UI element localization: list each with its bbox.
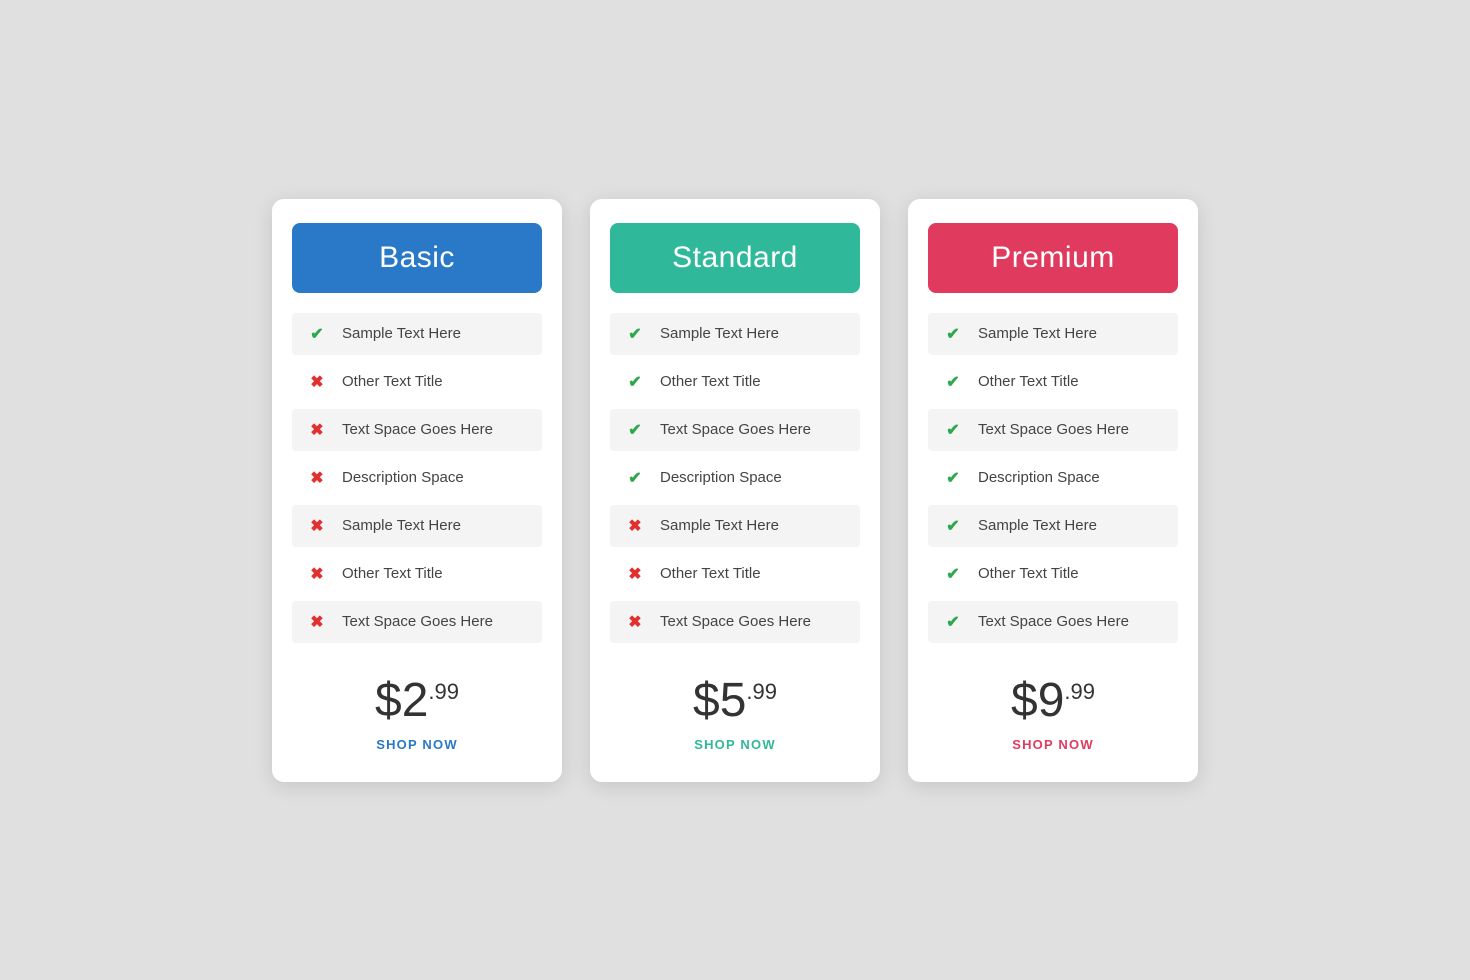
feature-label: Description Space — [978, 469, 1100, 486]
price-standard: $5.99 — [610, 677, 860, 725]
price-premium: $9.99 — [928, 677, 1178, 725]
check-icon: ✔ — [942, 419, 964, 441]
list-item: ✔ Other Text Title — [928, 553, 1178, 595]
features-list-standard: ✔ Sample Text Here ✔ Other Text Title ✔ Text … — [590, 313, 880, 643]
feature-label: Description Space — [660, 469, 782, 486]
list-item: ✔ Description Space — [610, 457, 860, 499]
check-icon: ✔ — [942, 563, 964, 585]
list-item: ✔ Sample Text Here — [928, 505, 1178, 547]
feature-label: Sample Text Here — [978, 517, 1097, 534]
feature-label: Sample Text Here — [660, 325, 779, 342]
price-basic: $2.99 — [292, 677, 542, 725]
list-item: ✔ Sample Text Here — [928, 313, 1178, 355]
list-item: ✖ Description Space — [292, 457, 542, 499]
list-item: ✖ Sample Text Here — [610, 505, 860, 547]
list-item: ✔ Text Space Goes Here — [610, 409, 860, 451]
feature-label: Other Text Title — [978, 373, 1079, 390]
shop-now-button-basic[interactable]: SHOP NOW — [376, 737, 458, 752]
cross-icon: ✖ — [306, 515, 328, 537]
cross-icon: ✖ — [306, 419, 328, 441]
check-icon: ✔ — [306, 323, 328, 345]
feature-label: Other Text Title — [342, 373, 443, 390]
check-icon: ✔ — [942, 611, 964, 633]
cross-icon: ✖ — [624, 563, 646, 585]
pricing-container: Basic✔Sample Text Here✖Other Text Title✖… — [232, 139, 1238, 842]
feature-label: Other Text Title — [660, 565, 761, 582]
check-icon: ✔ — [624, 323, 646, 345]
feature-label: Other Text Title — [660, 373, 761, 390]
feature-label: Text Space Goes Here — [660, 421, 811, 438]
card-title-premium: Premium — [928, 223, 1178, 293]
feature-label: Sample Text Here — [660, 517, 779, 534]
list-item: ✔ Sample Text Here — [292, 313, 542, 355]
feature-label: Other Text Title — [978, 565, 1079, 582]
check-icon: ✔ — [624, 371, 646, 393]
pricing-card-standard: Standard ✔ Sample Text Here ✔ Other Text Tit… — [590, 199, 880, 782]
list-item: ✔ Other Text Title — [928, 361, 1178, 403]
feature-label: Sample Text Here — [978, 325, 1097, 342]
list-item: ✔ Text Space Goes Here — [928, 601, 1178, 643]
card-header-basic: Basic — [272, 199, 562, 313]
list-item: ✔ Sample Text Here — [610, 313, 860, 355]
feature-label: Text Space Goes Here — [342, 421, 493, 438]
pricing-footer-standard: $5.99 SHOP NOW — [590, 653, 880, 782]
shop-now-button-standard[interactable]: SHOP NOW — [694, 737, 776, 752]
check-icon: ✔ — [624, 419, 646, 441]
card-header-premium: Premium — [908, 199, 1198, 313]
check-icon: ✔ — [942, 515, 964, 537]
list-item: ✖ Text Space Goes Here — [610, 601, 860, 643]
card-header-standard: Standard — [590, 199, 880, 313]
check-icon: ✔ — [942, 467, 964, 489]
list-item: ✖ Text Space Goes Here — [292, 601, 542, 643]
cross-icon: ✖ — [306, 611, 328, 633]
check-icon: ✔ — [942, 371, 964, 393]
cross-icon: ✖ — [306, 563, 328, 585]
shop-now-button-premium[interactable]: SHOP NOW — [1012, 737, 1094, 752]
cross-icon: ✖ — [306, 371, 328, 393]
check-icon: ✔ — [942, 323, 964, 345]
list-item: ✖ Other Text Title — [292, 361, 542, 403]
pricing-footer-basic: $2.99 SHOP NOW — [272, 653, 562, 782]
cross-icon: ✖ — [306, 467, 328, 489]
feature-label: Sample Text Here — [342, 325, 461, 342]
list-item: ✔ Other Text Title — [610, 361, 860, 403]
cross-icon: ✖ — [624, 515, 646, 537]
card-title-basic: Basic — [292, 223, 542, 293]
features-list-premium: ✔ Sample Text Here ✔ Other Text Title ✔ Text … — [908, 313, 1198, 643]
pricing-card-basic: Basic✔Sample Text Here✖Other Text Title✖… — [272, 199, 562, 782]
pricing-card-premium: Premium ✔ Sample Text Here ✔ Other Text Titl… — [908, 199, 1198, 782]
features-list-basic: ✔ Sample Text Here ✖ Other Text Title ✖ Text … — [272, 313, 562, 643]
check-icon: ✔ — [624, 467, 646, 489]
feature-label: Text Space Goes Here — [978, 421, 1129, 438]
list-item: ✖ Other Text Title — [292, 553, 542, 595]
list-item: ✔ Description Space — [928, 457, 1178, 499]
list-item: ✖ Other Text Title — [610, 553, 860, 595]
cross-icon: ✖ — [624, 611, 646, 633]
feature-label: Text Space Goes Here — [342, 613, 493, 630]
pricing-footer-premium: $9.99 SHOP NOW — [908, 653, 1198, 782]
feature-label: Other Text Title — [342, 565, 443, 582]
feature-label: Text Space Goes Here — [978, 613, 1129, 630]
list-item: ✖ Text Space Goes Here — [292, 409, 542, 451]
list-item: ✔ Text Space Goes Here — [928, 409, 1178, 451]
list-item: ✖ Sample Text Here — [292, 505, 542, 547]
feature-label: Description Space — [342, 469, 464, 486]
feature-label: Sample Text Here — [342, 517, 461, 534]
card-title-standard: Standard — [610, 223, 860, 293]
feature-label: Text Space Goes Here — [660, 613, 811, 630]
